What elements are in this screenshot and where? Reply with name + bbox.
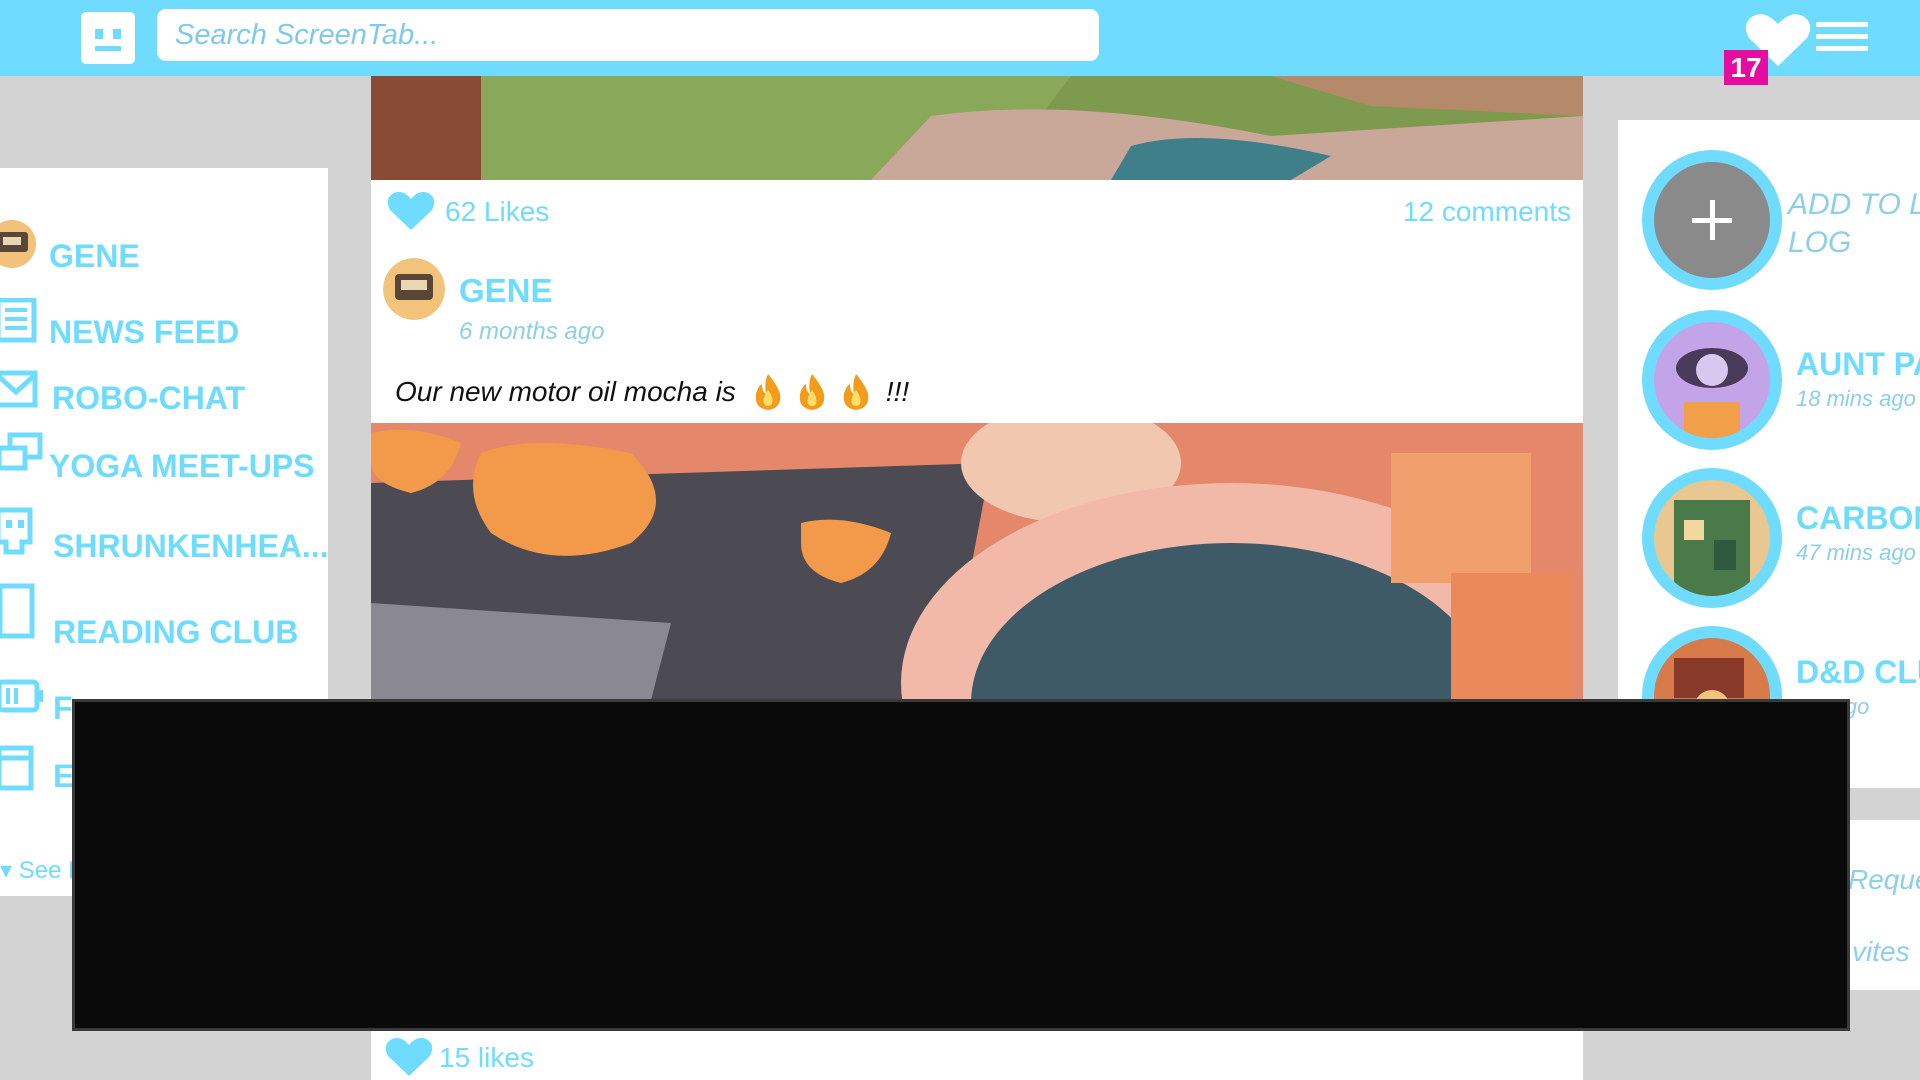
post-body: Our new motor oil mocha is !!! [395,372,909,412]
skull-icon [0,507,33,555]
story-avatar[interactable] [1642,310,1782,450]
envelope-icon [0,370,38,408]
sidebar-item-robo-chat[interactable]: ROBO-CHAT [52,380,245,417]
newspaper-icon [0,298,37,343]
fire-emoji-icon [799,374,825,410]
fire-emoji-icon [755,374,781,410]
post-image[interactable] [371,76,1583,180]
likes-count[interactable]: 62 Likes [445,196,549,228]
avatar[interactable] [0,218,38,270]
add-story-button[interactable] [1642,150,1782,290]
author-avatar[interactable] [383,258,445,320]
post-author-name[interactable]: GENE [459,272,553,310]
post-stats: 15 likes [385,1032,785,1080]
stories-panel: ADD TO L LOG AUNT PA 18 mins ago CARBON … [1618,120,1920,788]
like-heart-icon[interactable] [387,190,435,232]
post-emphasis: !!! [885,376,910,407]
story-time: 47 mins ago [1796,540,1916,565]
sidebar-item-label: READING CLUB [53,614,299,650]
sidebar-item-label: YOGA MEET-UPS [49,448,315,484]
robot-face-logo-icon[interactable] [81,12,135,64]
black-overlay-panel [72,699,1850,1031]
sidebar-item-shrunkenhead[interactable]: SHRUNKENHEA... [53,528,328,565]
story-name[interactable]: D&D CLU [1796,654,1920,691]
sidebar-item-reading-club[interactable]: READING CLUB [53,614,298,651]
sidebar-item-gene[interactable]: GENE [49,238,140,275]
calendar-icon [0,745,34,791]
sidebar-item-label: SHRUNKENHEA... [53,528,328,564]
top-bar: 17 [0,0,1920,85]
sidebar-item-label: ROBO-CHAT [52,380,246,416]
book-icon [0,583,35,639]
requests-link[interactable]: Reque [1848,864,1920,896]
chat-bubbles-icon [0,432,43,471]
notification-badge[interactable]: 17 [1724,50,1768,85]
like-heart-icon[interactable] [385,1036,433,1078]
battery-icon [0,679,43,713]
chevron-down-icon: ▾ [0,857,19,884]
likes-count[interactable]: 15 likes [439,1042,534,1074]
sidebar-item-yoga-meet-ups[interactable]: YOGA MEET-UPS [49,448,315,485]
sidebar-item-f[interactable]: F [53,690,73,727]
invites-link[interactable]: vites [1852,936,1910,968]
story-name[interactable]: AUNT PA [1796,346,1920,383]
post-timestamp: 6 months ago [459,318,605,345]
sidebar-item-label: NEWS FEED [49,314,240,350]
sidebar-item-label: F [53,690,73,726]
sidebar-item-news-feed[interactable]: NEWS FEED [49,314,239,351]
sidebar-item-label: GENE [49,238,140,274]
comments-link[interactable]: 12 comments [1403,196,1571,228]
post-text: Our new motor oil mocha is [395,376,736,407]
hamburger-menu-icon[interactable] [1816,22,1868,54]
add-to-log-label[interactable]: ADD TO L LOG [1788,186,1920,262]
story-name[interactable]: CARBON [1796,500,1920,537]
story-avatar[interactable] [1642,468,1782,608]
search-input[interactable] [157,9,1099,61]
post-stats: 62 Likes 12 comments [381,186,1571,236]
story-time: 18 mins ago [1796,386,1916,411]
fire-emoji-icon [843,374,869,410]
